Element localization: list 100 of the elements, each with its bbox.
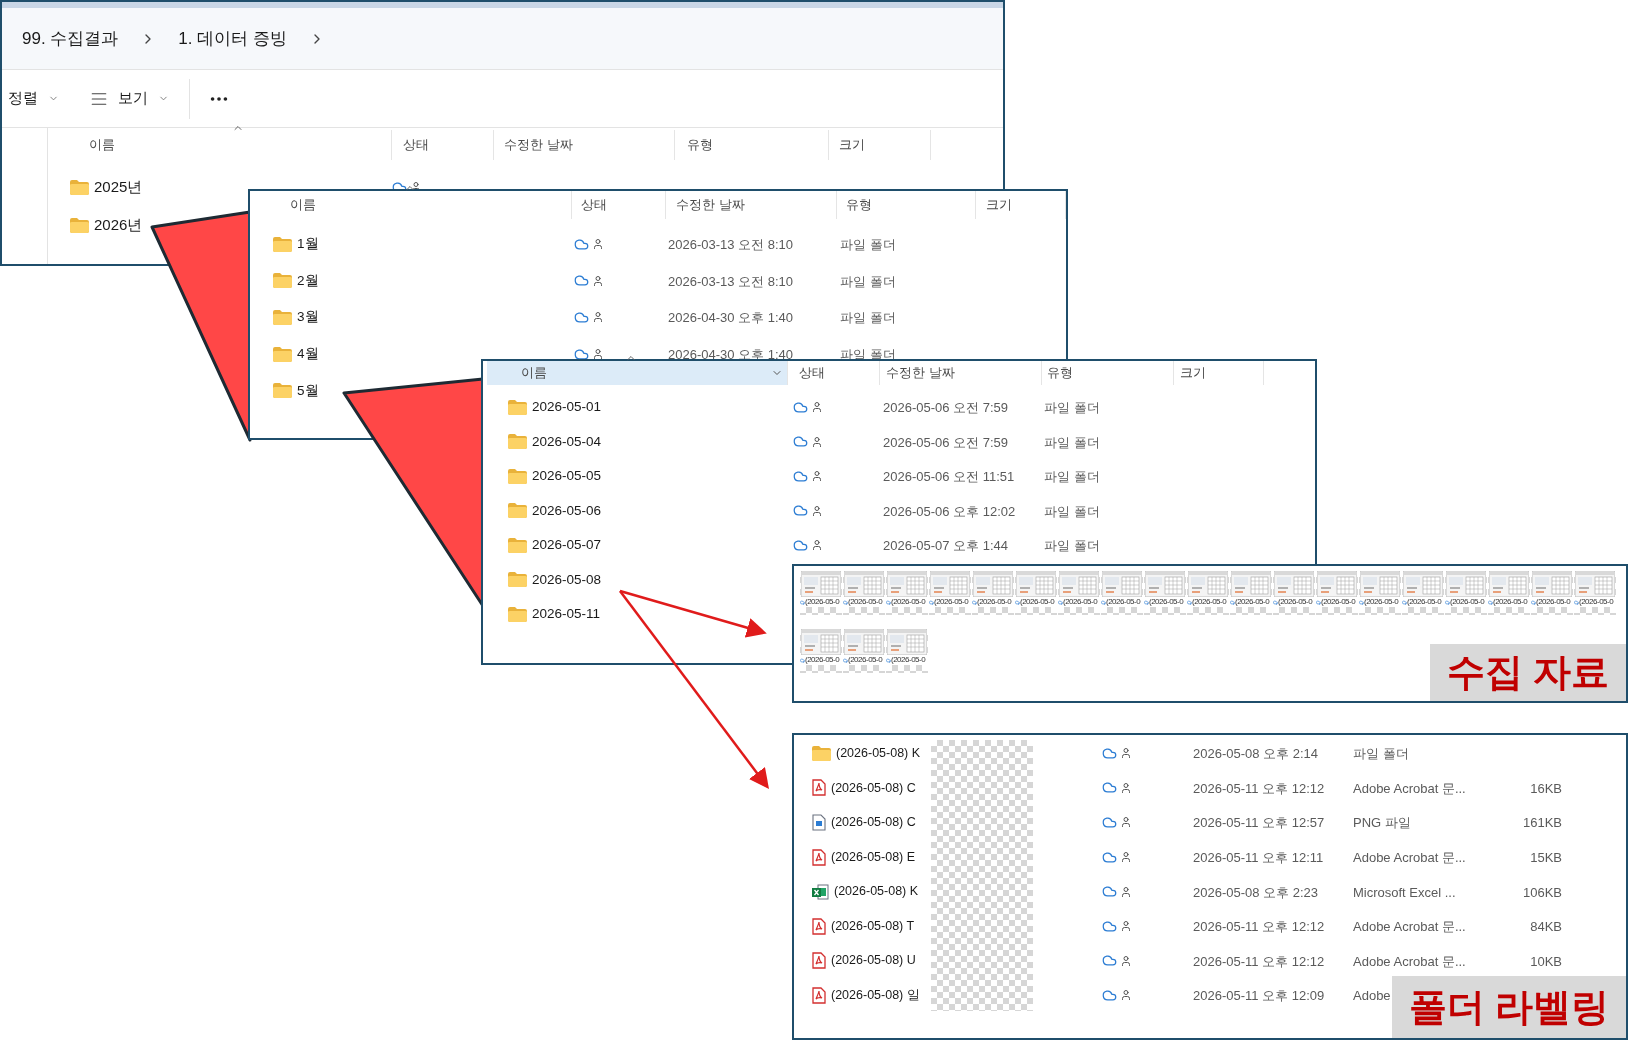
file-name[interactable]: 2026-05-01 (532, 397, 602, 418)
folder-icon (812, 745, 831, 761)
file-thumbnail[interactable]: (2026-05-0 (1445, 571, 1487, 615)
file-name[interactable]: 2025년 (94, 175, 143, 199)
column-header[interactable]: 상태 (581, 195, 608, 215)
column-header[interactable]: 수정한 날짜 (504, 135, 573, 155)
file-thumbnail[interactable]: (2026-05-0 (800, 571, 842, 615)
toolbar-button[interactable]: 보기 (78, 78, 190, 119)
toolbar-button[interactable]: 정렬 (2, 87, 78, 110)
thumbnail-caption: (2026-05-0 (805, 597, 840, 607)
column-header[interactable]: 유형 (1047, 363, 1073, 383)
file-thumbnail[interactable]: (2026-05-0 (1359, 571, 1401, 615)
column-header[interactable]: 크기 (839, 135, 865, 155)
file-name[interactable]: 5월 (297, 380, 319, 401)
file-thumbnail[interactable]: (2026-05-0 (1058, 571, 1100, 615)
file-type: Adobe Acrobat 문... (1353, 919, 1466, 935)
file-type: 파일 폴더 (1353, 746, 1409, 762)
file-type: 파일 폴더 (1044, 538, 1100, 554)
cloud-icon (574, 346, 589, 362)
file-thumbnail[interactable]: (2026-05-0 (1273, 571, 1315, 615)
file-size: 10KB (1530, 953, 1562, 969)
folder-icon (508, 468, 527, 484)
column-header[interactable]: 유형 (687, 135, 713, 155)
file-thumbnail[interactable]: (2026-05-0 (886, 629, 928, 673)
file-thumbnail[interactable]: (2026-05-0 (843, 571, 885, 615)
file-thumbnail[interactable]: (2026-05-0 (886, 571, 928, 615)
file-name[interactable]: (2026-05-08) T (831, 916, 915, 936)
file-thumbnail[interactable]: (2026-05-0 (1144, 571, 1186, 615)
cloud-icon (1102, 849, 1117, 865)
file-name[interactable]: 2026-05-04 (532, 431, 602, 452)
cloud-icon (793, 468, 808, 484)
thumbnail-caption: (2026-05-0 (848, 597, 883, 607)
breadcrumb-item[interactable]: 1. 데이터 증빙 (178, 25, 287, 52)
person-icon (1120, 885, 1132, 898)
thumbnail-caption: (2026-05-0 (1020, 597, 1055, 607)
file-thumbnail[interactable]: (2026-05-0 (1531, 571, 1573, 615)
column-header[interactable]: 이름 (89, 135, 115, 155)
person-icon (1120, 851, 1132, 864)
modified-date: 2026-05-11 오후 12:12 (1193, 919, 1325, 935)
file-name[interactable]: (2026-05-08) E (831, 847, 916, 867)
cloud-icon (1531, 599, 1536, 605)
file-thumbnail[interactable]: (2026-05-0 (1574, 571, 1616, 615)
file-name[interactable]: 2026-05-05 (532, 466, 602, 487)
caption-label: 폴더 라벨링 (1392, 976, 1626, 1038)
column-header[interactable]: 상태 (403, 135, 429, 155)
file-thumbnail[interactable]: (2026-05-0 (1402, 571, 1444, 615)
breadcrumb-item[interactable]: 99. 수집결과 (22, 25, 119, 52)
file-thumbnail[interactable]: (2026-05-0 (800, 629, 842, 673)
file-name[interactable]: (2026-05-08) U (831, 951, 916, 971)
column-header[interactable]: 크기 (1180, 363, 1206, 383)
file-name[interactable]: 2026-05-06 (532, 500, 602, 521)
file-thumbnail[interactable]: (2026-05-0 (1187, 571, 1229, 615)
file-name[interactable]: (2026-05-08) K (836, 743, 921, 763)
file-type: 파일 폴더 (1044, 400, 1100, 416)
file-name[interactable]: 1월 (297, 234, 319, 255)
folder-icon (273, 310, 292, 325)
file-name[interactable]: (2026-05-08) C (831, 813, 916, 832)
file-name[interactable]: 2026-05-08 (532, 569, 602, 590)
file-name[interactable]: 2월 (297, 270, 319, 291)
column-header[interactable]: 유형 (846, 195, 873, 215)
file-thumbnail[interactable]: (2026-05-0 (972, 571, 1014, 615)
cloud-icon (1273, 599, 1278, 605)
modified-date: 2026-05-06 오전 7:59 (883, 400, 1009, 416)
file-name[interactable]: (2026-05-08) K (834, 882, 919, 902)
file-name[interactable]: 3월 (297, 307, 319, 328)
file-thumbnail[interactable]: (2026-05-0 (843, 629, 885, 673)
caption-label: 수집 자료 (1430, 644, 1626, 701)
file-thumbnail[interactable]: (2026-05-0 (1015, 571, 1057, 615)
column-header[interactable]: 크기 (986, 195, 1013, 215)
person-icon (811, 470, 823, 483)
file-name[interactable]: 2026-05-11 (532, 604, 601, 625)
modified-date: 2026-05-07 오후 1:44 (883, 538, 1009, 554)
person-icon (1120, 816, 1132, 829)
file-thumbnail[interactable]: (2026-05-0 (1101, 571, 1143, 615)
column-header[interactable]: 상태 (799, 363, 825, 383)
file-thumbnail[interactable]: (2026-05-0 (1230, 571, 1272, 615)
person-icon (811, 504, 823, 517)
thumbnail-caption: (2026-05-0 (1493, 597, 1528, 607)
file-name[interactable]: 4월 (297, 343, 319, 365)
cloud-icon (929, 599, 934, 605)
file-thumbnail[interactable]: (2026-05-0 (1316, 571, 1358, 615)
file-name[interactable]: 2026-05-07 (532, 535, 602, 556)
file-type: Microsoft Excel ... (1353, 884, 1456, 900)
cloud-icon (1102, 918, 1117, 934)
column-header[interactable]: 수정한 날짜 (676, 195, 745, 215)
file-name[interactable]: 2026년 (94, 213, 143, 237)
file-thumbnail[interactable]: (2026-05-0 (1488, 571, 1530, 615)
file-type: Adobe (1353, 988, 1391, 1004)
file-name[interactable]: (2026-05-08) C (831, 778, 916, 798)
file-size: 84KB (1530, 919, 1562, 935)
file-thumbnail[interactable]: (2026-05-0 (929, 571, 971, 615)
cloud-icon (1015, 599, 1020, 605)
column-header[interactable]: 수정한 날짜 (886, 363, 955, 383)
file-type: 파일 폴더 (840, 273, 896, 289)
file-name[interactable]: (2026-05-08) 일 (831, 986, 920, 1005)
cloud-icon (1058, 599, 1063, 605)
folder-icon (273, 346, 292, 362)
column-header[interactable]: 이름 (521, 363, 547, 383)
column-header[interactable]: 이름 (290, 195, 316, 215)
modified-date: 2026-05-11 오후 12:12 (1193, 780, 1325, 796)
